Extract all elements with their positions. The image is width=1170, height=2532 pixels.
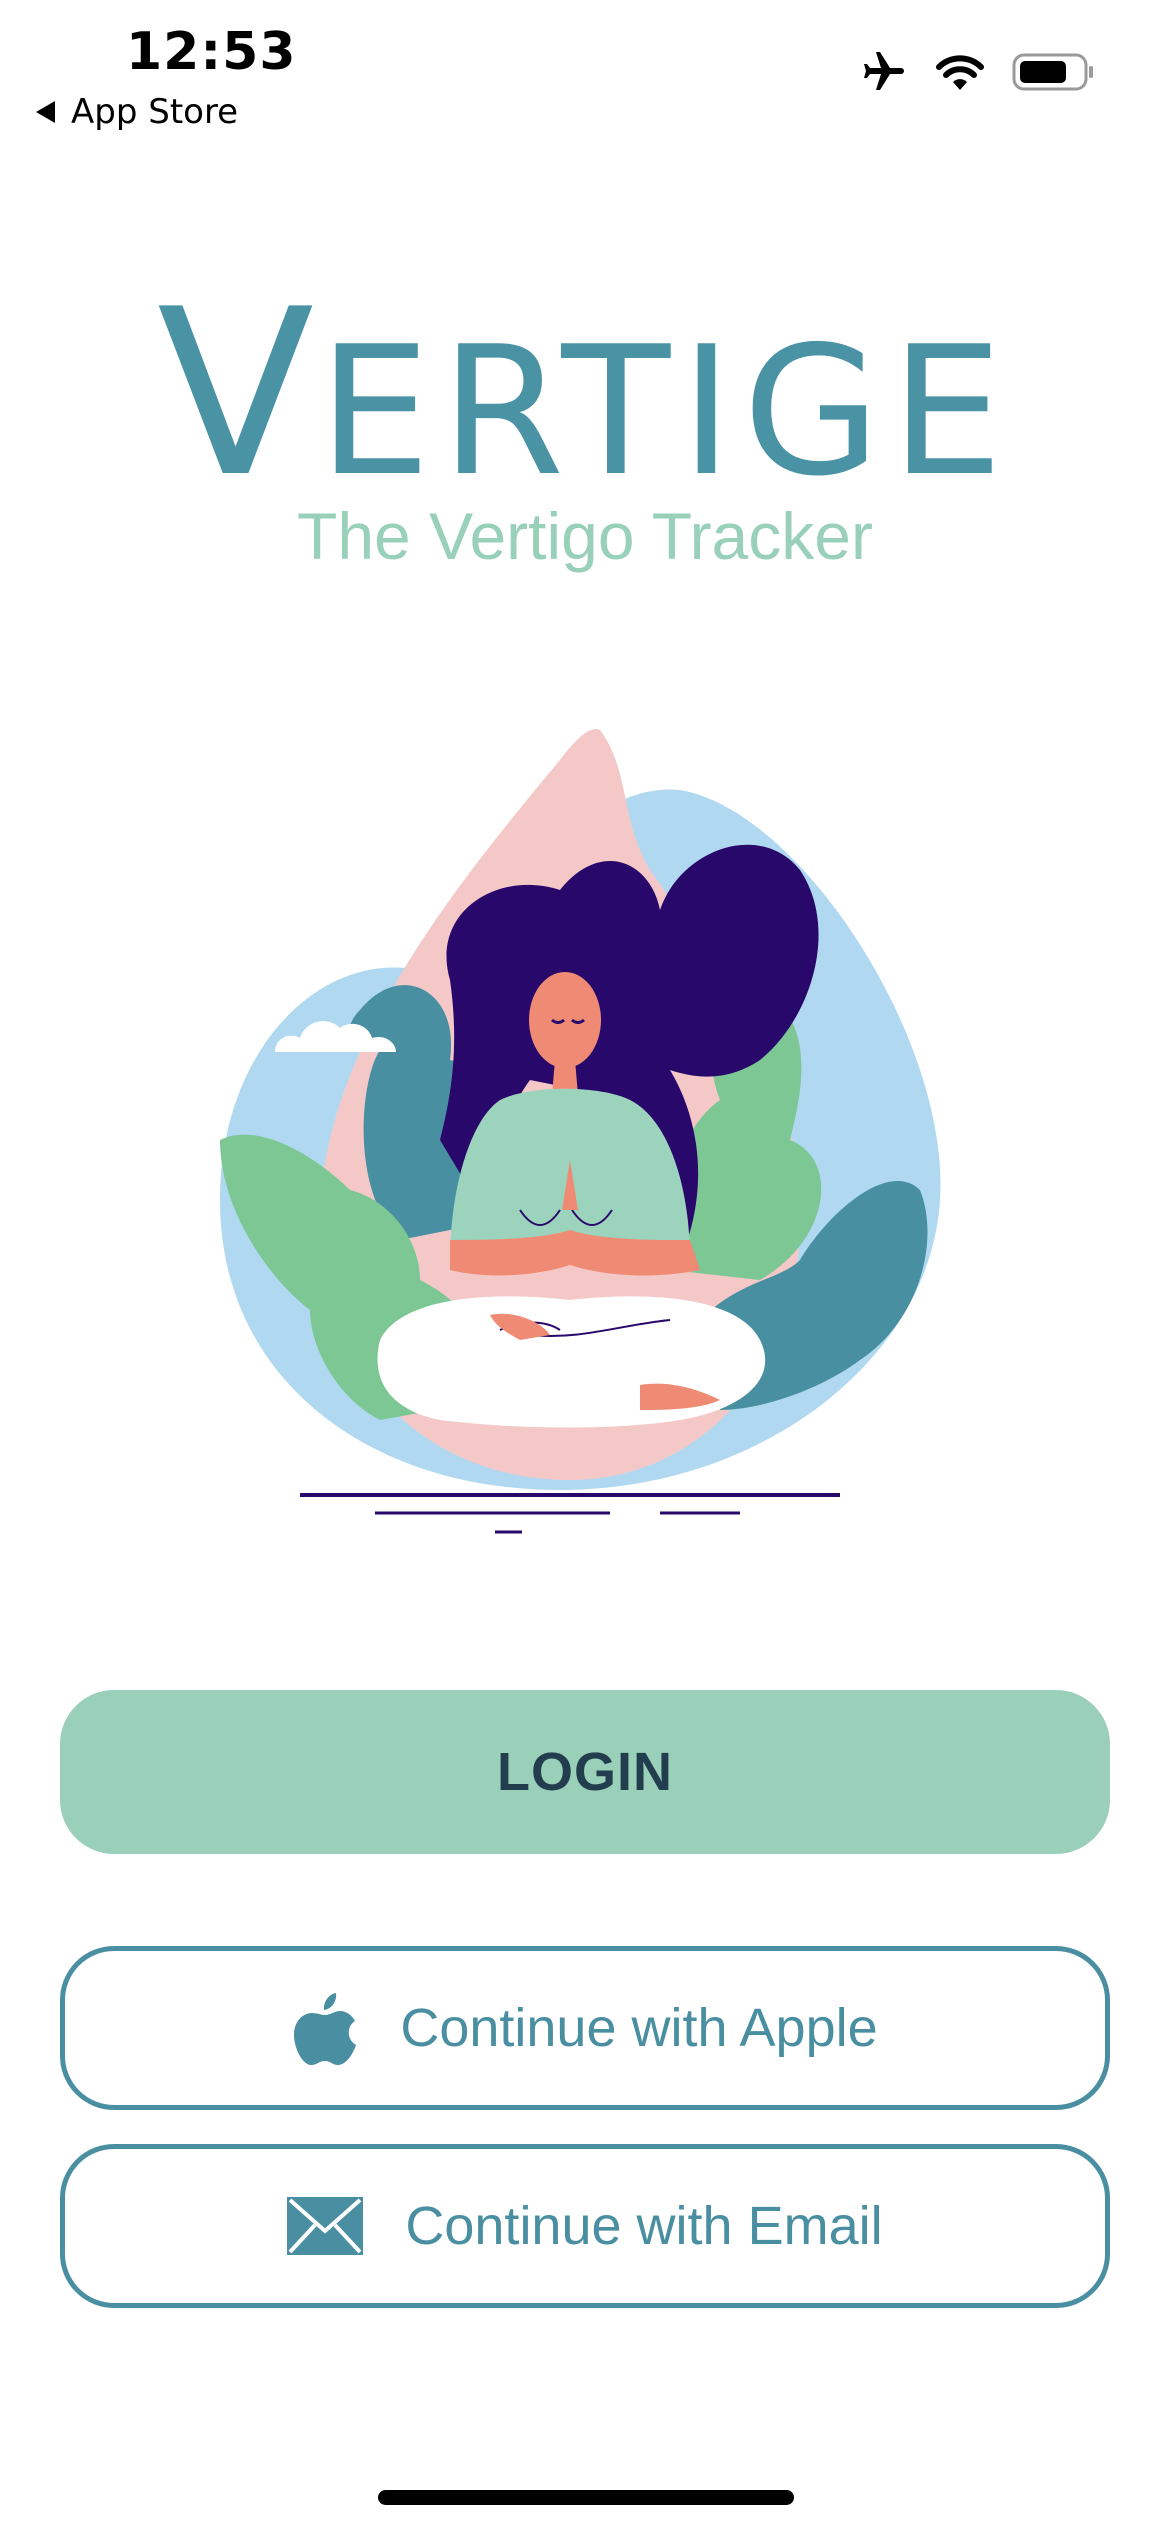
status-icons <box>860 48 1096 96</box>
login-button-label: LOGIN <box>497 1742 673 1802</box>
home-indicator[interactable] <box>378 2490 794 2505</box>
envelope-icon <box>287 2197 364 2255</box>
logo-first-letter: V <box>156 261 319 528</box>
wifi-icon <box>936 55 984 90</box>
meditating-woman-illustration <box>220 729 941 1534</box>
apple-icon <box>294 1993 357 2065</box>
continue-with-apple-button[interactable]: Continue with Apple <box>60 1946 1110 2110</box>
continue-with-apple-label: Continue with Apple <box>400 1998 878 2058</box>
app-logo: VERTIGE <box>0 280 1170 510</box>
back-caret-icon <box>36 101 55 123</box>
app-tagline: The Vertigo Tracker <box>297 499 873 573</box>
logo-wordmark: VERTIGE <box>157 280 1013 510</box>
continue-with-email-button[interactable]: Continue with Email <box>60 2144 1110 2308</box>
airplane-mode-icon <box>864 52 904 90</box>
status-time: 12:53 <box>126 22 297 82</box>
logo-rest: ERTIGE <box>318 308 1014 515</box>
continue-with-email-label: Continue with Email <box>405 2196 883 2256</box>
battery-icon <box>1012 53 1093 91</box>
back-label: App Store <box>71 92 239 132</box>
back-to-app-store[interactable]: App Store <box>36 92 238 132</box>
login-button[interactable]: LOGIN <box>60 1690 1110 1854</box>
meditation-illustration <box>200 720 960 1555</box>
